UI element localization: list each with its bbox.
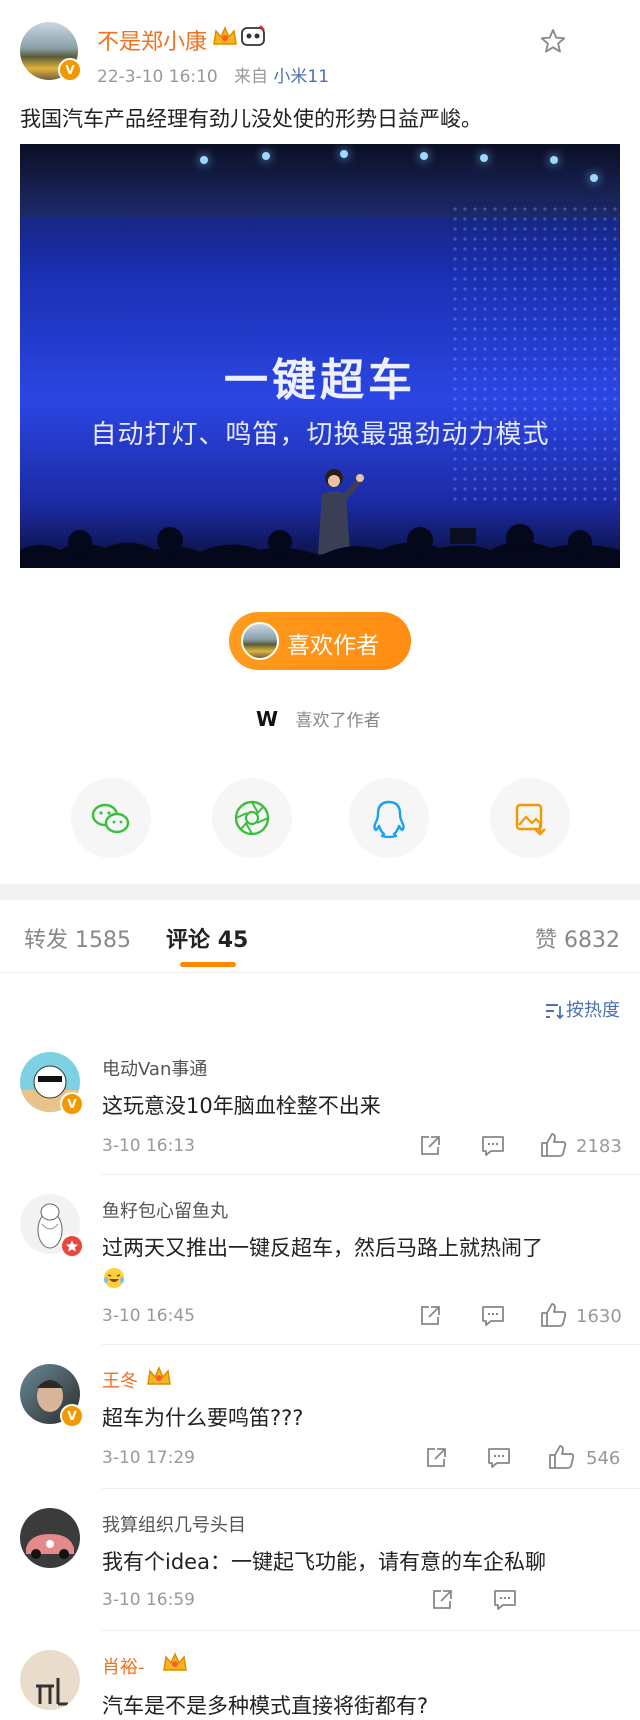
tab-repost-count: 1585 [75, 928, 132, 953]
comment-text: 我有个idea：一键起飞功能，请有意的车企私聊 [102, 1550, 546, 1574]
member-badge-icon [60, 1234, 84, 1258]
stage-light [340, 150, 348, 158]
reply-icon[interactable] [480, 1134, 506, 1158]
verified-badge-icon: V [60, 1092, 84, 1116]
author-avatar-small [241, 622, 279, 660]
reply-icon[interactable] [486, 1446, 512, 1470]
tab-likes-count: 6832 [564, 928, 620, 953]
comment-divider [102, 1630, 640, 1631]
liked-by-avatar: W [256, 707, 279, 731]
liked-by-text: 喜欢了作者 [295, 711, 381, 731]
like-button[interactable] [540, 1302, 568, 1328]
comment-author[interactable]: 鱼籽包心留鱼丸 [102, 1197, 228, 1223]
comment-text: 过两天又推出一键反超车，然后马路上就热闹了 [102, 1236, 543, 1260]
stage-light [200, 156, 208, 164]
slide-title: 一键超车 [224, 355, 416, 406]
repost-comment-icon[interactable] [418, 1304, 442, 1328]
stage-light [420, 152, 428, 160]
laugh-emoji-icon [102, 1266, 126, 1290]
comment-text: 超车为什么要鸣笛??? [102, 1406, 304, 1430]
crown-icon [212, 24, 238, 48]
post-text: 我国汽车产品经理有劲儿没处使的形势日益严峻。 [20, 107, 482, 131]
share-wechat-button[interactable] [71, 778, 151, 858]
source-prefix: 来自 [233, 67, 268, 87]
comment-author[interactable]: 肖裕- [102, 1653, 145, 1679]
comment-divider [102, 1344, 640, 1345]
thumb-up-icon [541, 1133, 567, 1157]
share-save-image-button[interactable] [490, 778, 570, 858]
comment-author[interactable]: 我算组织几号头目 [102, 1511, 246, 1537]
comment-divider [102, 1174, 640, 1175]
comment-time: 3-10 17:29 [102, 1448, 195, 1468]
sort-button[interactable]: 按热度 [544, 996, 620, 1022]
comment-author[interactable]: 电动Van事通 [102, 1055, 207, 1081]
stage-light [590, 174, 598, 182]
comment-time: 3-10 16:45 [102, 1306, 195, 1326]
tab-repost[interactable]: 转发 1585 [24, 922, 131, 954]
like-author-button[interactable]: 喜欢作者 [229, 612, 411, 670]
sort-label: 按热度 [566, 1000, 620, 1021]
comment-time: 3-10 16:13 [102, 1136, 195, 1156]
slide-subtitle: 自动打灯、鸣笛，切换最强劲动力模式 [90, 420, 550, 450]
share-qq-button[interactable] [349, 778, 429, 858]
like-count: 2183 [576, 1136, 622, 1157]
like-author-label: 喜欢作者 [287, 633, 379, 659]
comment-avatar[interactable] [20, 1508, 80, 1568]
liked-by-row: W 喜欢了作者 [256, 706, 380, 731]
section-separator [0, 884, 640, 900]
author-name[interactable]: 不是郑小康 [97, 24, 207, 56]
audience [20, 516, 620, 568]
stage-light [262, 152, 270, 160]
active-tab-indicator [180, 962, 236, 967]
qq-icon [373, 800, 405, 839]
tab-comments-count: 45 [217, 928, 249, 953]
fan-badge-icon [240, 24, 266, 48]
like-count: 1630 [576, 1306, 622, 1327]
post-source[interactable]: 小米11 [273, 67, 329, 87]
crown-icon [162, 1650, 188, 1674]
verified-badge-icon: V [60, 1404, 84, 1428]
tab-comments[interactable]: 评论 45 [166, 922, 248, 954]
comment-text: 汽车是不是多种模式直接将街都有? [102, 1694, 429, 1718]
comment-avatar[interactable] [20, 1650, 80, 1710]
repost-comment-icon[interactable] [430, 1588, 454, 1612]
reply-icon[interactable] [480, 1304, 506, 1328]
comment-author[interactable]: 王冬 [102, 1367, 138, 1393]
tab-repost-label: 转发 [24, 928, 69, 953]
reply-icon[interactable] [492, 1588, 518, 1612]
like-count: 546 [586, 1448, 621, 1469]
tab-comments-label: 评论 [166, 928, 211, 953]
share-moments-button[interactable] [212, 778, 292, 858]
tab-likes-label: 赞 [534, 928, 557, 953]
sort-icon [544, 1002, 564, 1020]
thumb-up-icon [549, 1445, 575, 1469]
repost-comment-icon[interactable] [424, 1446, 448, 1470]
stage-light [480, 154, 488, 162]
crown-icon [146, 1364, 172, 1388]
post-time: 22-3-10 16:10 [97, 67, 218, 87]
comment-divider [102, 1488, 640, 1489]
verified-badge-icon: V [58, 58, 82, 82]
comment-text: 这玩意没10年脑血栓整不出来 [102, 1094, 381, 1118]
stage-light [550, 156, 558, 164]
moments-icon [234, 800, 270, 836]
post-meta: 22-3-10 16:10 来自 小米11 [97, 62, 329, 87]
comment-time: 3-10 16:59 [102, 1590, 195, 1610]
tab-likes[interactable]: 赞 6832 [535, 922, 620, 954]
like-button[interactable] [540, 1132, 568, 1158]
post-image[interactable]: 一键超车 自动打灯、鸣笛，切换最强劲动力模式 [20, 144, 620, 568]
repost-comment-icon[interactable] [418, 1134, 442, 1158]
thumb-up-icon [541, 1303, 567, 1327]
like-button[interactable] [548, 1444, 576, 1470]
favorite-star-icon[interactable] [540, 28, 566, 54]
save-image-icon [515, 803, 546, 836]
wechat-icon [91, 803, 130, 834]
tabs-divider [0, 972, 640, 973]
